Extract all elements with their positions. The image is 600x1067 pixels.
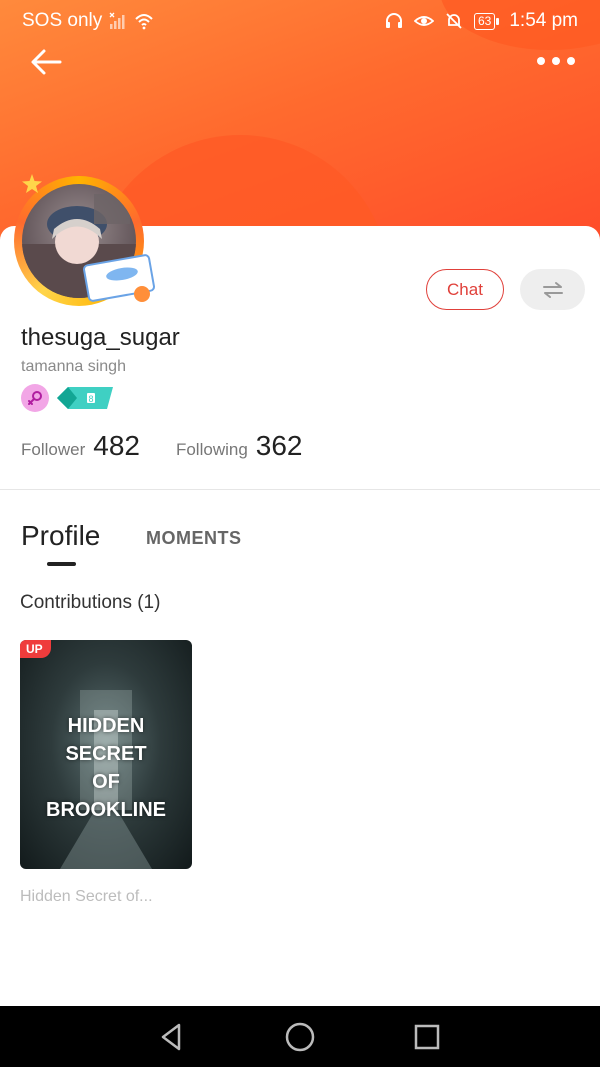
tab-profile[interactable]: Profile (21, 520, 100, 552)
nav-back-button[interactable] (155, 1020, 189, 1054)
system-navigation-bar (0, 1006, 600, 1067)
book-cover-title: HIDDEN SECRET OF BROOKLINE (46, 715, 166, 821)
nav-recents-button[interactable] (410, 1020, 444, 1054)
level-badge-text: 8 (88, 394, 93, 404)
book-cover[interactable]: UP HIDDEN SECRET OF BROOKLINE (20, 640, 192, 869)
battery-icon: 63 (473, 12, 500, 30)
follower-count[interactable]: 482 (93, 430, 140, 462)
tab-moments[interactable]: MOMENTS (146, 528, 242, 549)
carrier-text: SOS only (22, 10, 103, 31)
headphones-icon (385, 13, 402, 28)
active-tab-indicator (47, 562, 76, 566)
signal-icon (109, 12, 125, 29)
notebook-sticker-icon (83, 254, 155, 302)
swap-icon (542, 281, 563, 298)
badge-row: 8 (21, 384, 113, 412)
up-badge: UP (20, 640, 51, 658)
divider (0, 489, 600, 490)
nav-home-button[interactable] (283, 1020, 317, 1054)
real-name: tamanna singh (21, 358, 126, 375)
contributions-heading: Contributions (1) (20, 592, 161, 613)
avatar[interactable] (12, 172, 162, 312)
switch-account-button[interactable] (520, 269, 585, 310)
book-name[interactable]: Hidden Secret of... (20, 888, 153, 906)
circle-home-icon (285, 1022, 315, 1052)
female-icon (21, 384, 49, 412)
triangle-back-icon (161, 1023, 181, 1051)
wifi-icon (135, 14, 153, 30)
following-count[interactable]: 362 (256, 430, 303, 462)
more-button[interactable] (534, 50, 578, 72)
status-left: SOS only (22, 10, 154, 32)
username: thesuga_sugar (21, 324, 180, 351)
status-right: 63 1:54 pm (384, 10, 578, 32)
back-button[interactable] (26, 44, 66, 80)
eye-icon (413, 16, 434, 26)
clock-text: 1:54 pm (509, 10, 578, 31)
star-sticker-icon (22, 174, 42, 193)
follower-label[interactable]: Follower (21, 440, 85, 460)
following-label[interactable]: Following (176, 440, 248, 460)
status-bar: SOS only 63 1:54 pm (0, 0, 600, 42)
square-recents-icon (414, 1024, 440, 1050)
more-horizontal-icon (537, 57, 575, 65)
bell-off-icon (446, 13, 462, 29)
chat-button-label: Chat (447, 279, 483, 299)
chat-button[interactable]: Chat (426, 269, 504, 310)
level-badge-icon: 8 (57, 387, 113, 409)
follow-stats: Follower 482 Following 362 (21, 430, 303, 462)
arrow-left-icon (31, 49, 62, 75)
